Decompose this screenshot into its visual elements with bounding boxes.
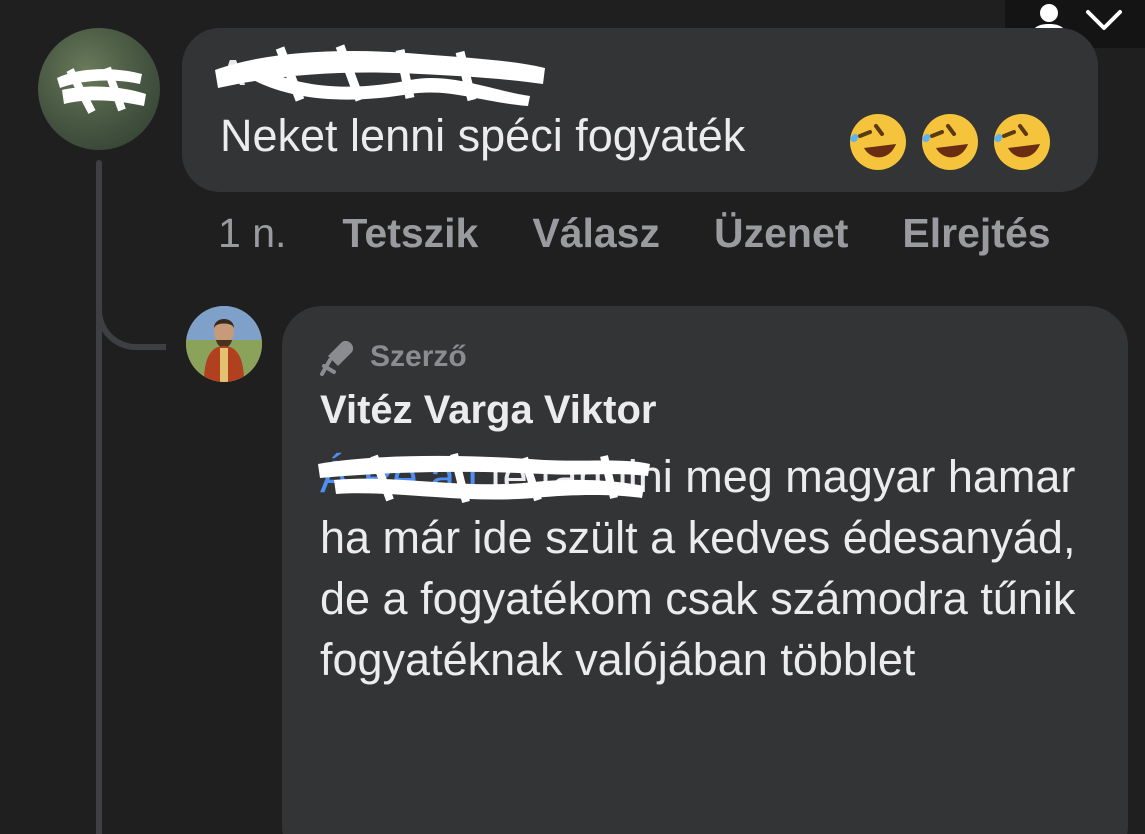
microphone-icon (320, 340, 354, 376)
redaction-scribble (57, 66, 146, 114)
avatar[interactable] (38, 28, 160, 150)
rolling-laughing-emoji-icon (994, 114, 1050, 170)
badge-label: Szerző (370, 340, 467, 373)
reply-button[interactable]: Válasz (532, 210, 660, 257)
hide-button[interactable]: Elrejtés (902, 210, 1050, 257)
chevron-down-icon[interactable] (1085, 6, 1123, 34)
avatar[interactable] (186, 306, 262, 382)
thread-line (96, 160, 102, 834)
comment-actions: 1 n. Tetszik Válasz Üzenet Elrejtés (218, 210, 1051, 257)
profile-photo (186, 306, 262, 382)
timestamp: 1 n. (218, 210, 287, 256)
redaction-scribble (318, 453, 650, 503)
comment-thread: A Neket lenni spéci fogyaték 1 n. Tetszi… (0, 0, 1145, 834)
emoji-row (846, 110, 1054, 174)
rolling-laughing-emoji-icon (922, 114, 978, 170)
redaction-scribble (215, 44, 545, 106)
rolling-laughing-emoji-icon (850, 114, 906, 170)
comment-text: Neket lenni spéci fogyaték (220, 110, 746, 161)
like-button[interactable]: Tetszik (342, 210, 478, 257)
message-button[interactable]: Üzenet (714, 210, 848, 257)
reply-connector (96, 270, 166, 350)
author-badge: Szerző (318, 336, 467, 378)
reply-author[interactable]: Vitéz Varga Viktor (320, 388, 656, 433)
